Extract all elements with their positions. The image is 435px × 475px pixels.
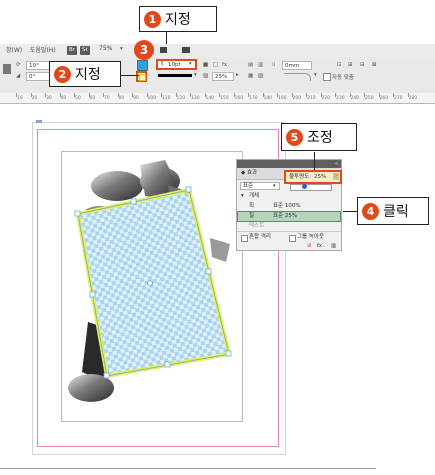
selected-frame[interactable]: [75, 187, 232, 379]
panel-title[interactable]: ◆ 효과: [241, 168, 257, 179]
callout-3-number: 3: [134, 40, 154, 60]
callout-1-number: 1: [144, 10, 161, 28]
trash-icon[interactable]: ▥: [331, 241, 336, 252]
clear-effects-icon[interactable]: ⊘: [307, 241, 312, 252]
collapse-icon[interactable]: «: [335, 160, 338, 168]
chevron-right-icon[interactable]: ›: [333, 173, 339, 180]
callout-2-text: 지정: [75, 67, 101, 83]
opacity-value: 25%: [314, 174, 327, 180]
callout-1-text: 지정: [165, 12, 191, 28]
fill-value: 표준 25%: [273, 213, 298, 219]
bottom-divider: [0, 468, 376, 469]
callout-2-leader: [121, 75, 139, 76]
callout-2: 2 지정: [49, 61, 121, 87]
callout-5-text: 조정: [307, 130, 333, 146]
callout-5-leader: [314, 152, 315, 170]
opacity-slider[interactable]: [290, 184, 332, 191]
callout-4-number: 4: [362, 202, 379, 220]
callout-5-number: 5: [286, 128, 303, 146]
fx-button[interactable]: fx.: [317, 241, 324, 252]
panel-footer: ⊘ fx. ▥: [237, 241, 341, 252]
fill-label: 칠: [249, 213, 255, 219]
callout-4-text: 클릭: [383, 204, 409, 220]
callout-4: 4 클릭: [357, 197, 429, 225]
callout-4-leader: [343, 211, 357, 212]
callout-1: 1 지정: [139, 6, 217, 32]
callout-5: 5 조정: [281, 123, 357, 151]
panel-header[interactable]: «: [237, 160, 341, 168]
opacity-label: 불투명도:: [289, 174, 312, 180]
callout-2-number: 2: [54, 65, 71, 83]
opacity-slider-thumb[interactable]: [302, 184, 307, 189]
opacity-control[interactable]: 불투명도: 25% ›: [284, 170, 342, 184]
